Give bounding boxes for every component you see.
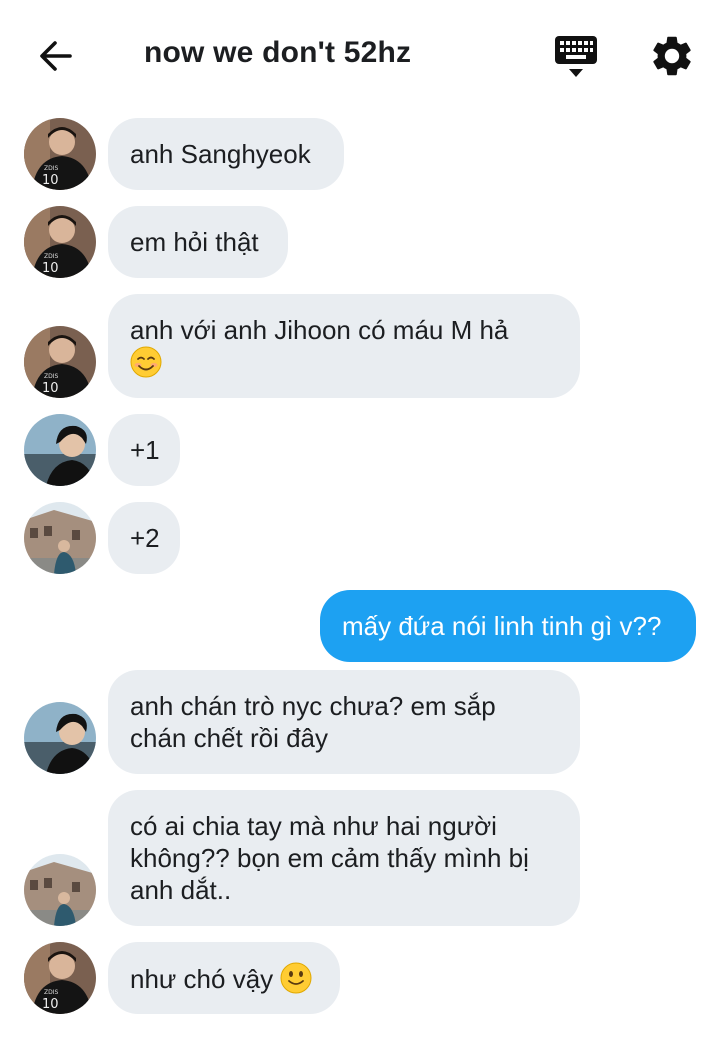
message-text: +2 <box>130 523 160 553</box>
svg-text:10: 10 <box>42 261 59 276</box>
avatar-sanghyeok[interactable]: ZDIS 10 <box>24 326 96 398</box>
message-text: như chó vậy <box>130 964 274 994</box>
message-bubble[interactable]: như chó vậy <box>108 942 340 1014</box>
svg-text:10: 10 <box>42 173 59 188</box>
avatar-member-b[interactable] <box>24 702 96 774</box>
message-bubble[interactable]: anh Sanghyeok <box>108 118 344 190</box>
svg-text:ZDIS: ZDIS <box>44 253 59 260</box>
message-bubble[interactable]: anh với anh Jihoon có máu M hả <box>108 294 580 398</box>
outgoing-message-bubble[interactable]: mấy đứa nói linh tinh gì v?? <box>320 590 696 662</box>
avatar-member-b[interactable] <box>24 414 96 486</box>
message-bubble[interactable]: có ai chia tay mà như hai người không?? … <box>108 790 580 926</box>
message-bubble[interactable]: +2 <box>108 502 180 574</box>
message-bubble[interactable]: em hỏi thật <box>108 206 288 278</box>
message-text-line: chán chết rồi đây <box>130 723 329 753</box>
svg-text:ZDIS: ZDIS <box>44 373 59 380</box>
message-text: mấy đứa nói linh tinh gì v?? <box>342 611 662 641</box>
svg-text:10: 10 <box>42 381 59 396</box>
message-text-line: anh dắt.. <box>130 875 232 905</box>
message-text-line: không?? bọn em cảm thấy mình bị <box>130 843 529 873</box>
message-text-line: anh chán trò nyc chưa? em sắp <box>130 691 496 721</box>
avatar-sanghyeok[interactable]: ZDIS 10 <box>24 206 96 278</box>
message-text: anh với anh Jihoon có máu M hả <box>130 315 509 345</box>
message-text: em hỏi thật <box>130 227 259 257</box>
avatar-sanghyeok[interactable]: ZDIS 10 <box>24 942 96 1014</box>
avatar-member-c[interactable] <box>24 502 96 574</box>
svg-text:ZDIS: ZDIS <box>44 165 59 172</box>
avatar-sanghyeok[interactable]: ZDIS 10 <box>24 118 96 190</box>
message-text: anh Sanghyeok <box>130 139 311 169</box>
slightly-smiling-face-emoji <box>280 962 312 994</box>
svg-text:10: 10 <box>42 997 59 1012</box>
smiling-face-emoji <box>130 346 162 378</box>
message-text: +1 <box>130 435 160 465</box>
svg-text:ZDIS: ZDIS <box>44 989 59 996</box>
avatar-member-c[interactable] <box>24 854 96 926</box>
message-text-line: có ai chia tay mà như hai người <box>130 811 497 841</box>
message-bubble[interactable]: anh chán trò nyc chưa? em sắp chán chết … <box>108 670 580 774</box>
message-bubble[interactable]: +1 <box>108 414 180 486</box>
message-list[interactable]: ZDIS 10 anh Sanghyeok ZDIS 10 em hỏi thậ… <box>0 0 719 1047</box>
